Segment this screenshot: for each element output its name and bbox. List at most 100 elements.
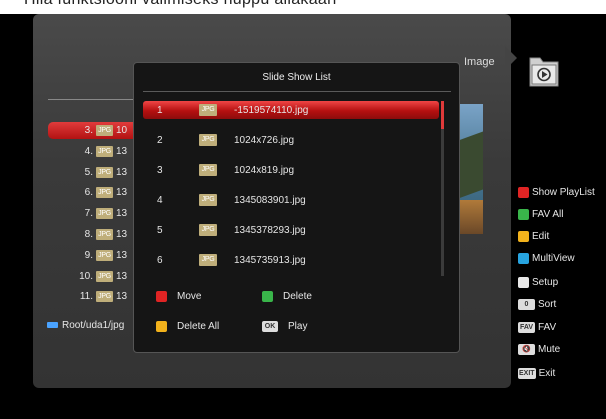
- item-name: 13: [116, 229, 128, 240]
- jpg-file-icon: JPG: [96, 291, 113, 303]
- sidebar-item-label: Setup: [532, 277, 559, 288]
- list-divider: [48, 99, 133, 100]
- item-name: 13: [116, 249, 128, 261]
- file-list-item[interactable]: 7. JPG 13: [48, 205, 133, 222]
- item-number: 11.: [79, 291, 93, 303]
- file-list-item[interactable]: 3. JPG 10: [48, 122, 133, 139]
- caption-strip: Hiia funktsiooni valimiseks nuppu allaka…: [0, 0, 606, 14]
- item-name: 13: [116, 187, 128, 199]
- sidebar-item-edit[interactable]: Edit: [518, 231, 549, 245]
- row-number: 6: [157, 255, 163, 266]
- image-folder-icon: [529, 57, 559, 87]
- sidebar-item-mute[interactable]: 🔇 Mute: [518, 344, 560, 358]
- playlist-row[interactable]: 5 JPG 1345378293.jpg: [143, 221, 439, 239]
- file-list-item[interactable]: 8. JPG 13: [48, 226, 133, 243]
- frame-pointer: [505, 46, 517, 70]
- row-filename: 1345083901.jpg: [234, 195, 306, 206]
- file-list-item[interactable]: 9. JPG 13: [48, 247, 133, 264]
- color-key-icon: [518, 231, 529, 242]
- jpg-file-icon: JPG: [199, 194, 217, 206]
- jpg-file-icon: JPG: [199, 134, 217, 146]
- row-number: 4: [157, 195, 163, 206]
- color-key-icon: [518, 187, 529, 198]
- sidebar-item-label: Edit: [532, 231, 550, 242]
- jpg-file-icon: JPG: [96, 270, 113, 282]
- slide-show-dialog: Slide Show List 1 JPG -1519574110.jpg 2 JPG 1…: [133, 62, 460, 353]
- playlist-row[interactable]: 2 JPG 1024x726.jpg: [143, 131, 439, 149]
- item-name: 10: [116, 125, 128, 136]
- row-number: 2: [157, 135, 163, 146]
- item-number: 7.: [84, 208, 93, 220]
- sidebar-item-label: Exit: [538, 368, 556, 379]
- item-name: 13: [116, 145, 128, 157]
- jpg-file-icon: JPG: [96, 145, 113, 157]
- jpg-file-icon: JPG: [96, 249, 113, 261]
- file-list-item[interactable]: 4. JPG 13: [48, 143, 133, 160]
- sidebar-item-multiview[interactable]: MultiView: [518, 253, 575, 267]
- dialog-title: Slide Show List: [262, 72, 331, 83]
- file-list-item[interactable]: 11. JPG 13: [48, 288, 133, 305]
- item-number: 6.: [84, 187, 93, 199]
- row-filename: 1345735913.jpg: [234, 255, 306, 266]
- row-number: 3: [157, 165, 163, 176]
- path-text: Root/uda1/jpg: [62, 320, 125, 331]
- red-key-icon: [156, 291, 167, 302]
- delete-all-button[interactable]: Delete All: [156, 321, 219, 335]
- sidebar-item-label: Sort: [538, 299, 557, 310]
- item-number: 8.: [84, 229, 93, 240]
- green-key-icon: [262, 291, 273, 302]
- item-name: 13: [116, 270, 128, 282]
- dialog-scrollbar[interactable]: [441, 101, 444, 276]
- sidebar-item-exit[interactable]: EXIT Exit: [518, 368, 555, 382]
- jpg-file-icon: JPG: [96, 187, 113, 199]
- file-list-item[interactable]: 5. JPG 13: [48, 164, 133, 181]
- color-key-icon: [518, 209, 529, 220]
- item-number: 5.: [84, 166, 93, 178]
- playlist-row[interactable]: 1 JPG -1519574110.jpg: [143, 101, 439, 119]
- dialog-divider: [143, 91, 451, 92]
- ok-key-icon: OK: [262, 321, 278, 332]
- yellow-key-icon: [156, 321, 167, 332]
- color-key-icon: [518, 253, 529, 264]
- current-path: Root/uda1/jpg: [47, 320, 124, 331]
- jpg-file-icon: JPG: [199, 164, 217, 176]
- jpg-file-icon: JPG: [96, 229, 113, 240]
- item-number: 9.: [84, 249, 93, 261]
- jpg-file-icon: JPG: [199, 104, 217, 116]
- move-button[interactable]: Move: [156, 291, 201, 305]
- sidebar-item-fav[interactable]: FAV FAV: [518, 322, 556, 336]
- row-filename: 1345378293.jpg: [234, 225, 306, 236]
- item-number: 3.: [84, 125, 93, 136]
- remote-key-icon: 🔇: [518, 344, 535, 355]
- play-button[interactable]: OK Play: [262, 321, 307, 335]
- delete-button[interactable]: Delete: [262, 291, 312, 305]
- file-list-item[interactable]: 6. JPG 13: [48, 184, 133, 201]
- mode-label: Image: [464, 56, 495, 68]
- jpg-file-icon: JPG: [96, 208, 113, 220]
- item-name: 13: [116, 166, 128, 178]
- file-list-item[interactable]: 10. JPG 13: [48, 268, 133, 285]
- item-name: 13: [116, 208, 128, 220]
- remote-key-icon: EXIT: [518, 368, 536, 379]
- row-filename: 1024x819.jpg: [234, 165, 295, 176]
- remote-key-icon: FAV: [518, 322, 535, 333]
- sidebar-item-label: FAV: [538, 322, 557, 333]
- row-filename: 1024x726.jpg: [234, 135, 295, 146]
- playlist-row[interactable]: 4 JPG 1345083901.jpg: [143, 191, 439, 209]
- sidebar-item-label: MultiView: [532, 253, 575, 264]
- playlist-row[interactable]: 3 JPG 1024x819.jpg: [143, 161, 439, 179]
- jpg-file-icon: JPG: [96, 125, 113, 136]
- item-name: 13: [116, 291, 128, 303]
- item-number: 4.: [84, 145, 93, 157]
- sidebar-item-sort[interactable]: 0 Sort: [518, 299, 556, 313]
- sidebar-item-fav-all[interactable]: FAV All: [518, 209, 564, 223]
- row-filename: -1519574110.jpg: [234, 105, 309, 116]
- playlist-row[interactable]: 6 JPG 1345735913.jpg: [143, 251, 439, 269]
- sidebar-item-show-playlist[interactable]: Show PlayList: [518, 187, 595, 201]
- scroll-thumb[interactable]: [441, 101, 444, 129]
- sidebar-item-setup[interactable]: Setup: [518, 277, 558, 291]
- item-number: 10.: [79, 270, 93, 282]
- jpg-file-icon: JPG: [199, 254, 217, 266]
- sidebar-item-label: FAV All: [532, 209, 564, 220]
- jpg-file-icon: JPG: [199, 224, 217, 236]
